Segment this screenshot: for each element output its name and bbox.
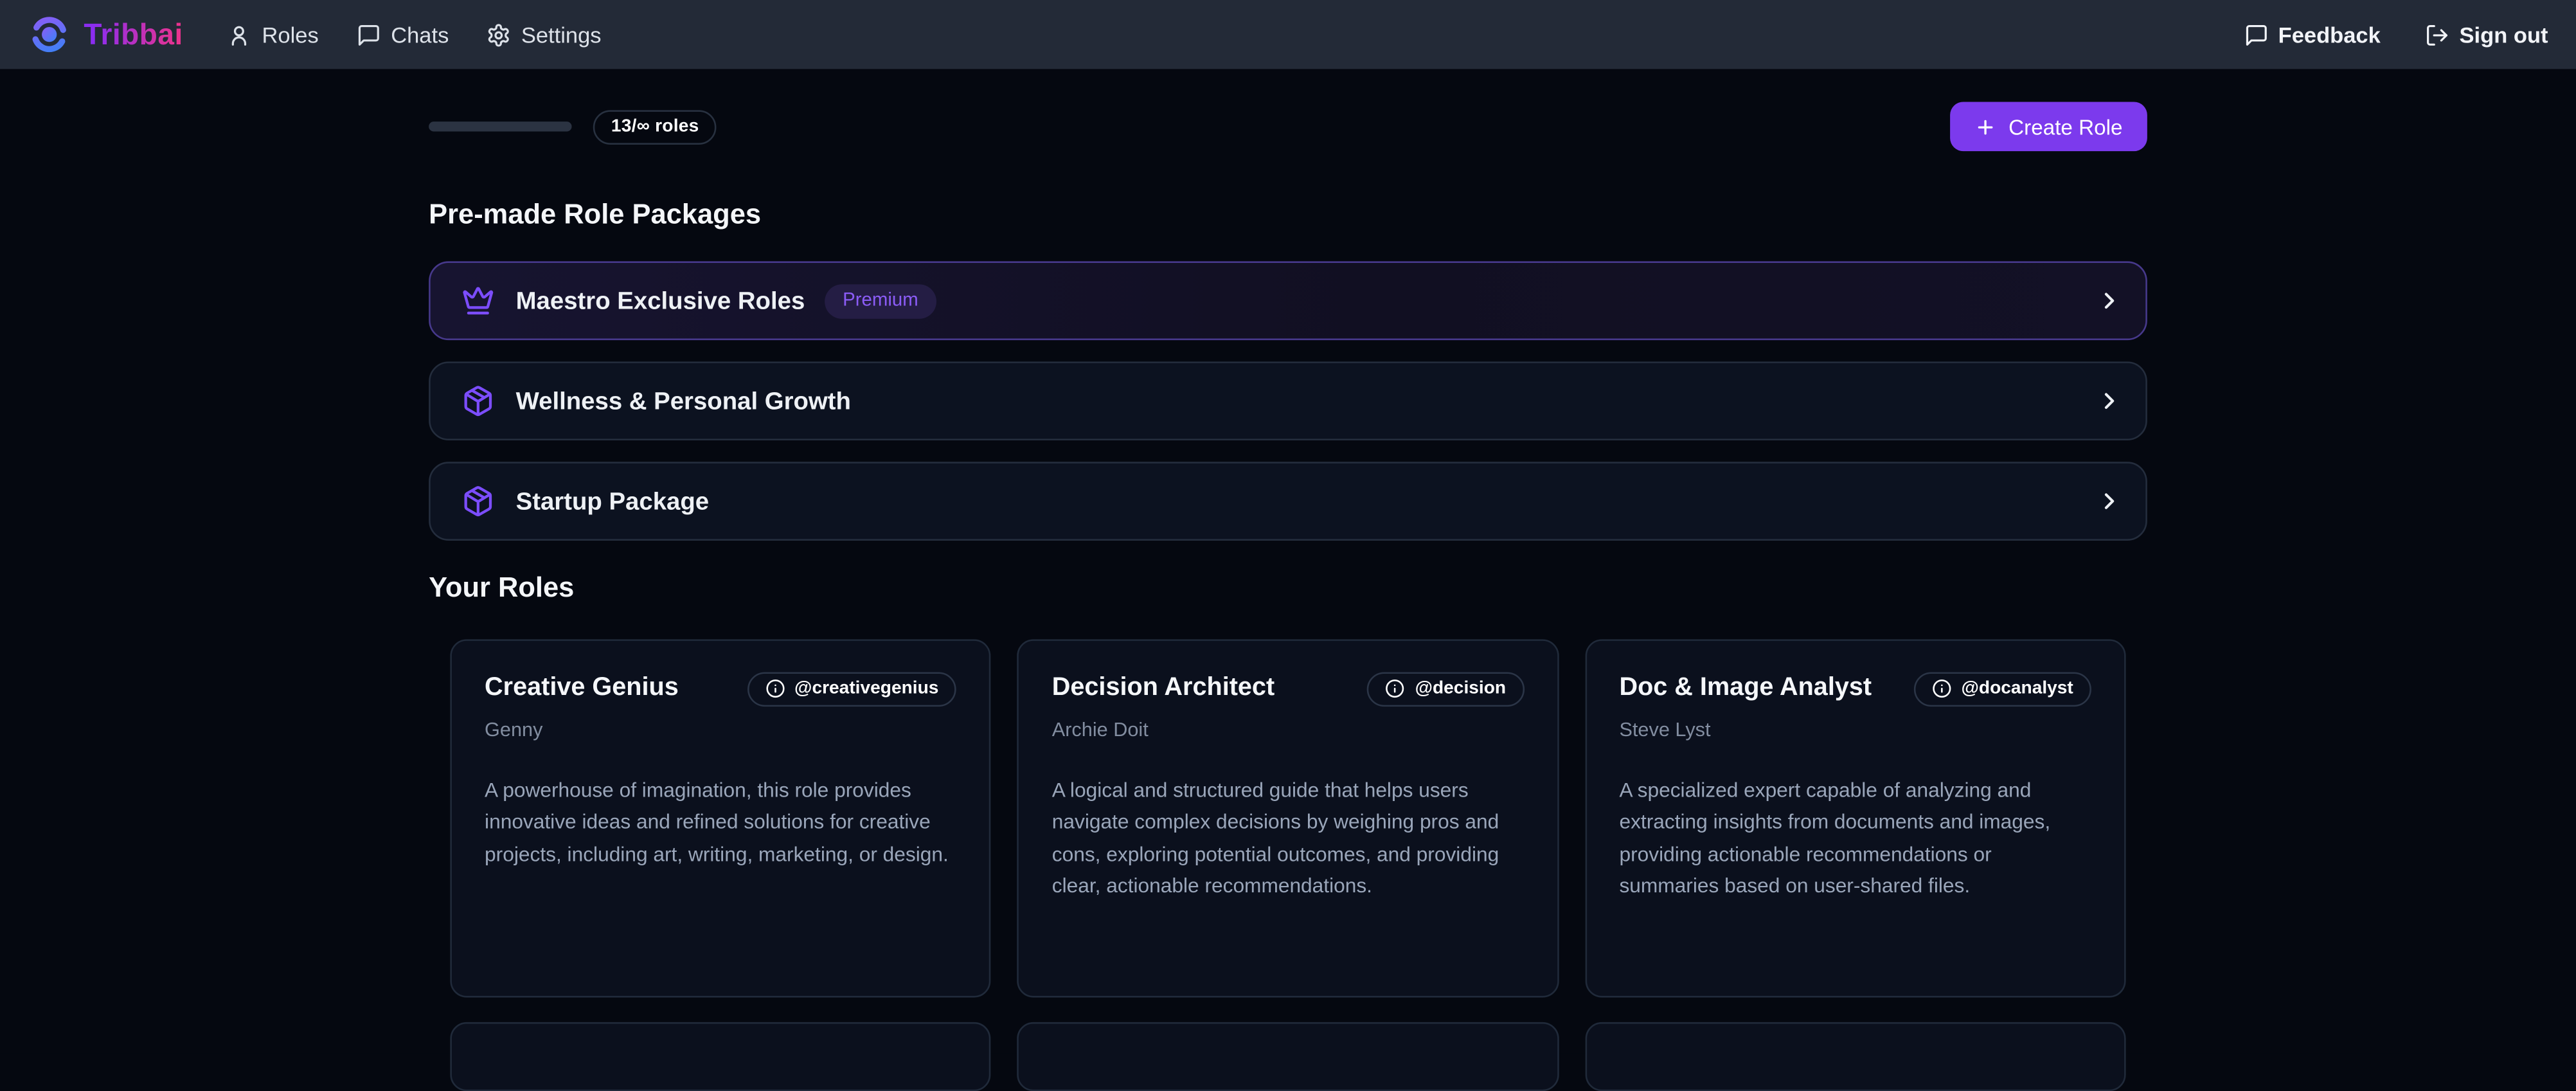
packages-section-title: Pre-made Role Packages (429, 197, 2147, 233)
chat-icon (357, 23, 381, 47)
role-handle-badge[interactable]: @decision (1367, 672, 1524, 707)
role-description: A logical and structured guide that help… (1052, 775, 1524, 903)
role-subtitle: Steve Lyst (1619, 718, 2091, 741)
role-handle-badge[interactable]: @creativegenius (747, 672, 957, 707)
package-icon (461, 384, 494, 417)
main-content: 13/∞ roles Create Role Pre-made Role Pac… (429, 102, 2147, 1091)
package-label: Startup Package (516, 487, 709, 515)
nav-label: Roles (262, 23, 319, 47)
role-handle-badge[interactable]: @docanalyst (1913, 672, 2091, 707)
package-label: Maestro Exclusive Roles (516, 287, 805, 314)
premium-badge: Premium (825, 284, 936, 318)
crown-icon (461, 284, 494, 317)
role-handle: @docanalyst (1961, 679, 2073, 699)
role-card-partial[interactable] (1017, 1022, 1559, 1091)
info-icon (765, 679, 785, 699)
your-roles-section-title: Your Roles (429, 570, 2147, 606)
tribbai-logo-icon (28, 13, 70, 55)
role-handle: @creativegenius (794, 679, 938, 699)
create-role-button[interactable]: Create Role (1949, 102, 2147, 151)
navbar-right: Feedback Sign out (2244, 23, 2548, 47)
nav-label: Chats (391, 23, 449, 47)
role-card-doc-image-analyst[interactable]: Doc & Image Analyst @docanalyst Steve Ly… (1585, 639, 2126, 997)
role-card-creative-genius[interactable]: Creative Genius @creativegenius Genny A … (450, 639, 991, 997)
roles-count-badge: 13/∞ roles (593, 109, 717, 144)
role-description: A powerhouse of imagination, this role p… (485, 775, 956, 870)
roles-progress-bar (429, 122, 571, 131)
top-navbar: Tribbai Roles Chats Settings (0, 0, 2576, 69)
role-card-decision-architect[interactable]: Decision Architect @decision Archie Doit… (1017, 639, 1559, 997)
info-icon (1386, 679, 1406, 699)
role-handle: @decision (1415, 679, 1507, 699)
nav-item-chats[interactable]: Chats (357, 23, 449, 47)
role-title: Decision Architect (1052, 674, 1275, 703)
create-role-label: Create Role (2008, 114, 2122, 139)
sign-out-button[interactable]: Sign out (2425, 23, 2548, 47)
plus-icon (1974, 116, 1995, 137)
chevron-right-icon (2097, 287, 2123, 314)
feedback-chat-icon (2244, 23, 2268, 47)
role-title: Doc & Image Analyst (1619, 674, 1872, 703)
card-header: Doc & Image Analyst @docanalyst (1619, 674, 2091, 707)
info-icon (1931, 679, 1951, 699)
nav-item-roles[interactable]: Roles (228, 23, 319, 47)
card-header: Decision Architect @decision (1052, 674, 1524, 707)
app-root: Tribbai Roles Chats Settings (0, 0, 2576, 1053)
role-cards-grid: Creative Genius @creativegenius Genny A … (429, 639, 2147, 997)
role-cards-grid-row-2 (429, 1022, 2147, 1091)
package-row-wellness[interactable]: Wellness & Personal Growth (429, 361, 2147, 440)
role-card-partial[interactable] (1585, 1022, 2126, 1091)
sign-out-icon (2425, 23, 2449, 47)
package-label: Wellness & Personal Growth (516, 387, 851, 415)
nav-label: Settings (521, 23, 602, 47)
package-row-maestro[interactable]: Maestro Exclusive Roles Premium (429, 261, 2147, 340)
feedback-label: Feedback (2278, 23, 2381, 47)
chevron-right-icon (2097, 388, 2123, 414)
package-row-startup[interactable]: Startup Package (429, 462, 2147, 541)
sign-out-label: Sign out (2460, 23, 2548, 47)
role-description: A specialized expert capable of analyzin… (1619, 775, 2091, 903)
roles-toolbar: 13/∞ roles Create Role (429, 102, 2147, 151)
package-icon (461, 485, 494, 518)
role-title: Creative Genius (485, 674, 679, 703)
role-card-partial[interactable] (450, 1022, 991, 1091)
role-subtitle: Genny (485, 718, 956, 741)
feedback-button[interactable]: Feedback (2244, 23, 2381, 47)
nav-item-settings[interactable]: Settings (487, 23, 601, 47)
role-subtitle: Archie Doit (1052, 718, 1524, 741)
user-icon (228, 23, 252, 47)
gear-icon (487, 23, 511, 47)
card-header: Creative Genius @creativegenius (485, 674, 956, 707)
brand-name: Tribbai (84, 17, 183, 52)
primary-nav: Roles Chats Settings (228, 23, 602, 47)
chevron-right-icon (2097, 488, 2123, 514)
brand-logo[interactable]: Tribbai (28, 13, 183, 55)
navbar-left: Tribbai Roles Chats Settings (28, 13, 601, 55)
